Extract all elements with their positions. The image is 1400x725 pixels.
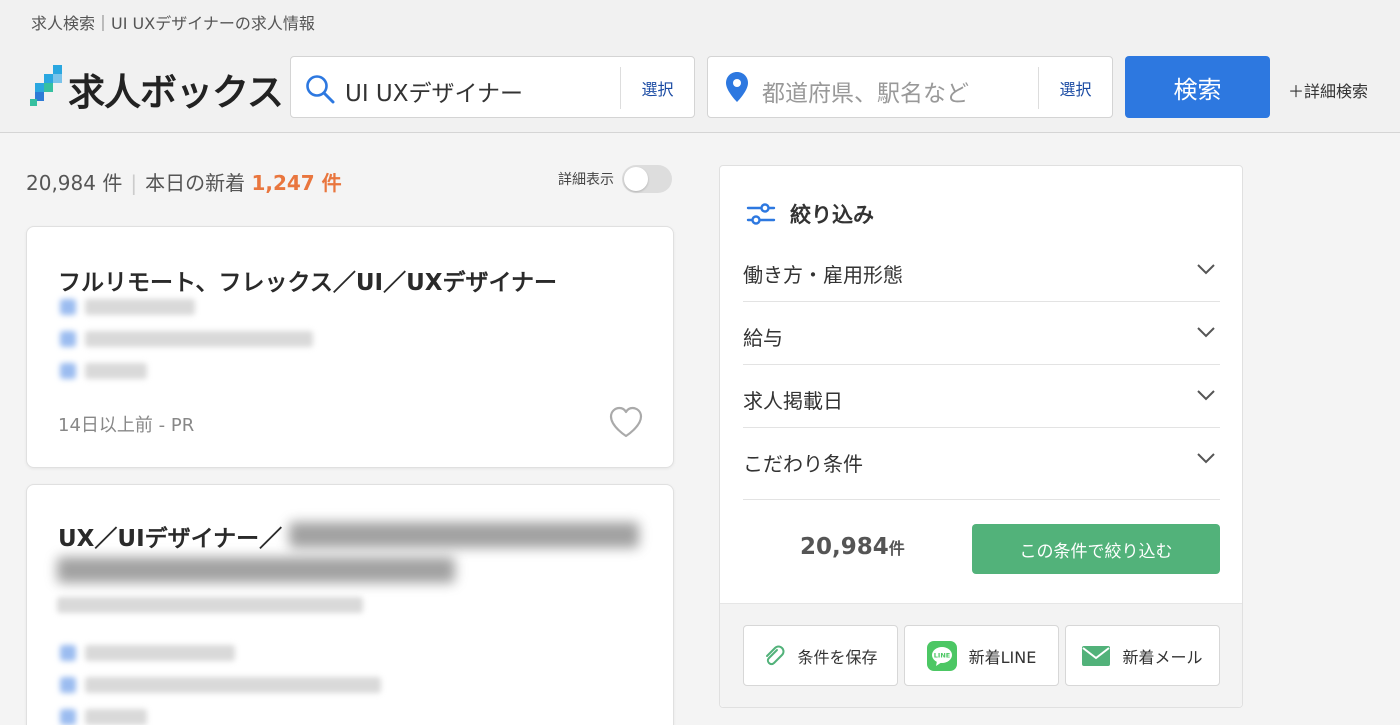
- site-header: 求人検索｜UI UXデザイナーの求人情報 求人ボックス UI UXデザイナー 選…: [0, 0, 1400, 133]
- advanced-search-link[interactable]: ＋詳細検索: [1288, 78, 1368, 102]
- job-title-blurred: [289, 522, 639, 548]
- svg-text:LINE: LINE: [933, 651, 949, 659]
- job-card[interactable]: UX／UIデザイナー／: [26, 484, 674, 725]
- logo-mark-icon: [30, 64, 62, 108]
- mail-notify-label: 新着メール: [1122, 647, 1203, 667]
- save-conditions-label: 条件を保存: [797, 647, 878, 667]
- apply-filter-button[interactable]: この条件で絞り込む: [972, 524, 1220, 574]
- search-icon: [306, 75, 335, 104]
- filter-panel: 絞り込み 働き方・雇用形態 給与 求人掲載日 こだわり条件 20,984件 この…: [719, 165, 1243, 708]
- location-icon: [60, 677, 76, 693]
- location-icon: [60, 331, 76, 347]
- filter-row-posted-date[interactable]: 求人掲載日: [743, 365, 1220, 428]
- filter-sliders-icon: [746, 203, 776, 225]
- breadcrumb: 求人検索｜UI UXデザイナーの求人情報: [31, 14, 315, 33]
- new-label: 本日の新着: [145, 171, 246, 195]
- chevron-down-icon: [1197, 264, 1215, 275]
- company-icon: [60, 299, 76, 315]
- filter-count-unit: 件: [888, 539, 905, 558]
- filter-header: 絞り込み: [746, 199, 874, 229]
- line-notify-label: 新着LINE: [968, 647, 1037, 667]
- save-conditions-button[interactable]: 条件を保存: [743, 625, 898, 686]
- company-icon: [60, 645, 76, 661]
- location-pin-icon: [726, 72, 748, 102]
- company-name-blurred: [57, 597, 363, 613]
- detail-toggle-label: 詳細表示: [558, 172, 614, 188]
- chevron-down-icon: [1197, 390, 1215, 401]
- filter-footer: 条件を保存 LINE 新着LINE 新着メール: [720, 603, 1242, 707]
- salary-blurred: [85, 709, 147, 725]
- count-separator: |: [130, 171, 138, 195]
- location-blurred: [85, 645, 235, 661]
- location-select-button[interactable]: 選択: [1038, 67, 1112, 109]
- address-blurred: [85, 677, 381, 693]
- filter-row-label: 働き方・雇用形態: [743, 263, 903, 287]
- paperclip-icon: [766, 645, 785, 665]
- filter-row-label: こだわり条件: [743, 452, 863, 476]
- toggle-switch[interactable]: [622, 165, 672, 193]
- logo-text: 求人ボックス: [68, 71, 284, 114]
- job-meta: 14日以上前 - PR: [58, 415, 195, 436]
- toggle-knob: [624, 167, 648, 191]
- chevron-down-icon: [1197, 327, 1215, 338]
- keyword-search-box[interactable]: UI UXデザイナー 選択: [290, 56, 695, 118]
- job-title-blurred-2: [57, 557, 455, 583]
- chevron-down-icon: [1197, 453, 1215, 464]
- job-title[interactable]: フルリモート、フレックス／UI／UXデザイナー: [58, 263, 557, 297]
- new-count: 1,247 件: [251, 171, 342, 195]
- mail-notify-button[interactable]: 新着メール: [1065, 625, 1220, 686]
- job-title[interactable]: UX／UIデザイナー／: [58, 519, 282, 553]
- filter-result-count: 20,984件: [800, 534, 905, 560]
- site-logo[interactable]: 求人ボックス: [30, 64, 284, 114]
- salary-blurred: [85, 363, 147, 379]
- company-name-blurred: [85, 299, 195, 315]
- job-card[interactable]: フルリモート、フレックス／UI／UXデザイナー 14日以上前 - PR: [26, 226, 674, 468]
- filter-row-work-style[interactable]: 働き方・雇用形態: [743, 239, 1220, 302]
- keyword-input[interactable]: UI UXデザイナー: [345, 74, 523, 108]
- location-search-box[interactable]: 都道府県、駅名など 選択: [707, 56, 1113, 118]
- salary-icon: [60, 363, 76, 379]
- filter-row-salary[interactable]: 給与: [743, 302, 1220, 365]
- line-app-icon: LINE: [926, 640, 957, 671]
- location-blurred: [85, 331, 313, 347]
- filter-row-conditions[interactable]: こだわり条件: [743, 428, 1220, 500]
- total-count: 20,984 件: [26, 171, 123, 195]
- result-count-row: 20,984 件 | 本日の新着 1,247 件: [26, 167, 342, 196]
- filter-row-label: 求人掲載日: [743, 389, 843, 413]
- salary-icon: [60, 709, 76, 725]
- filter-row-label: 給与: [743, 326, 783, 350]
- detail-view-toggle[interactable]: 詳細表示: [558, 165, 672, 193]
- search-button[interactable]: 検索: [1125, 56, 1270, 118]
- favorite-heart-icon[interactable]: [608, 405, 644, 439]
- mail-icon: [1082, 645, 1111, 666]
- location-input[interactable]: 都道府県、駅名など: [762, 74, 969, 108]
- keyword-select-button[interactable]: 選択: [620, 67, 694, 109]
- line-notify-button[interactable]: LINE 新着LINE: [904, 625, 1059, 686]
- filter-title: 絞り込み: [790, 203, 874, 227]
- filter-count-number: 20,984: [800, 534, 889, 560]
